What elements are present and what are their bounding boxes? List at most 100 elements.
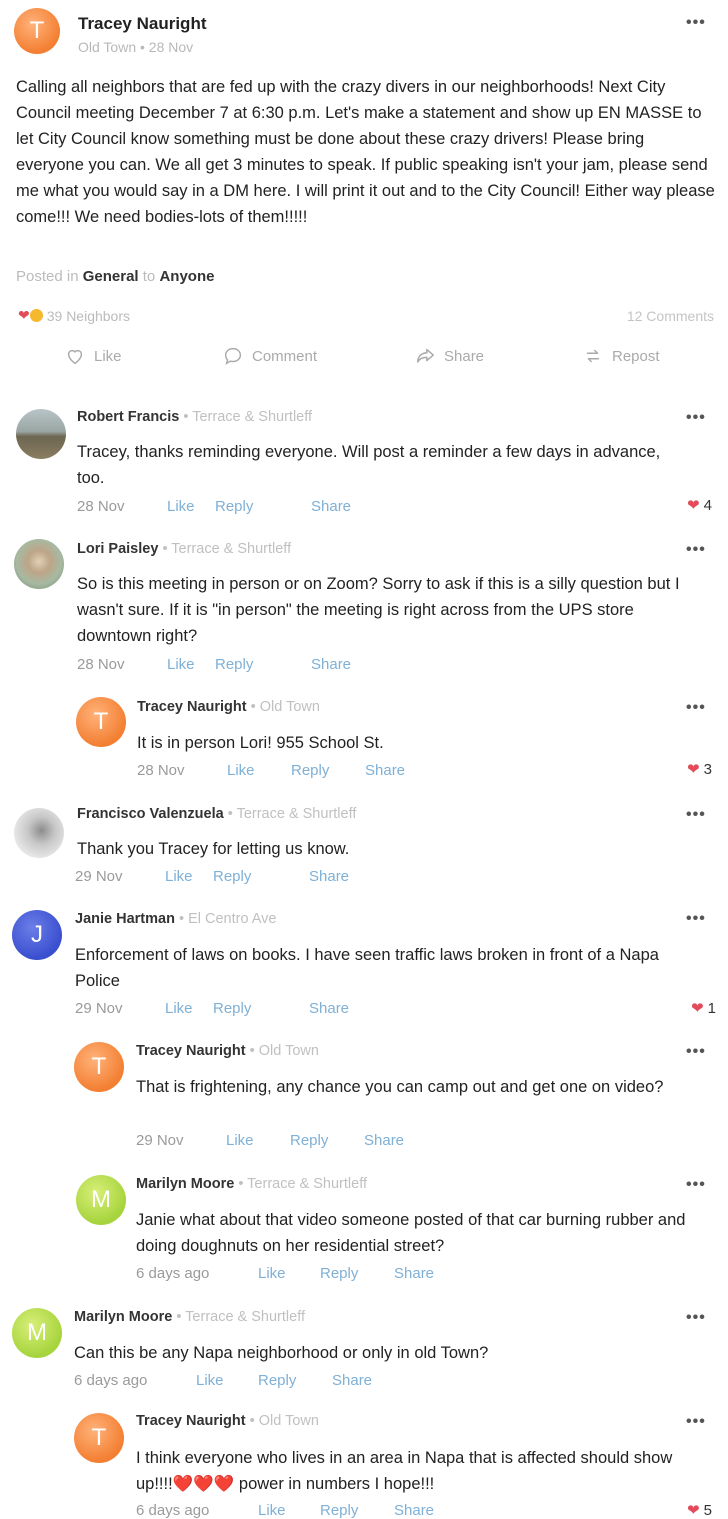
comment-reply-link[interactable]: Reply xyxy=(215,498,311,515)
comment-more-icon[interactable]: ••• xyxy=(686,1309,706,1327)
comment-share-link[interactable]: Share xyxy=(394,1265,434,1282)
meta-separator: • xyxy=(140,39,145,55)
comment-more-icon[interactable]: ••• xyxy=(686,1176,706,1194)
repost-button[interactable]: Repost xyxy=(582,345,660,367)
commenter-name[interactable]: Tracey Nauright xyxy=(137,699,247,715)
comment-like-link[interactable]: Like xyxy=(167,498,215,515)
share-button[interactable]: Share xyxy=(414,345,484,367)
comment-like-count[interactable]: ❤ 3 xyxy=(687,760,712,779)
comment-header: Lori Paisley • Terrace & Shurtleff xyxy=(77,541,292,557)
reactions-summary[interactable]: ❤ 39 Neighbors xyxy=(18,307,130,324)
comment-like-link[interactable]: Like xyxy=(165,868,213,885)
comment-more-icon[interactable]: ••• xyxy=(686,910,706,928)
comment-header: Marilyn Moore • Terrace & Shurtleff xyxy=(136,1176,367,1192)
author-avatar[interactable]: T xyxy=(14,8,60,54)
comment-like-link[interactable]: Like xyxy=(165,1000,213,1017)
post-location[interactable]: Old Town xyxy=(78,39,136,55)
comment-reply-link[interactable]: Reply xyxy=(215,656,311,673)
comment-reply-link[interactable]: Reply xyxy=(320,1502,394,1519)
commenter-name[interactable]: Tracey Nauright xyxy=(136,1413,246,1429)
comment-like-link[interactable]: Like xyxy=(258,1502,320,1519)
comment-more-icon[interactable]: ••• xyxy=(686,1413,706,1431)
comment-actions: 6 days ago Like Reply Share xyxy=(74,1372,372,1389)
commenter-avatar[interactable]: T xyxy=(74,1042,124,1092)
comment-time: 29 Nov xyxy=(75,1000,123,1017)
commenter-location[interactable]: Terrace & Shurtleff xyxy=(171,541,291,557)
comment-more-icon[interactable]: ••• xyxy=(686,409,706,427)
commenter-name[interactable]: Marilyn Moore xyxy=(136,1176,234,1192)
repost-icon xyxy=(586,349,600,363)
commenter-name[interactable]: Tracey Nauright xyxy=(136,1043,246,1059)
comment-share-link[interactable]: Share xyxy=(394,1502,434,1519)
comment-like-count[interactable]: ❤ 5 xyxy=(687,1501,712,1519)
commenter-location[interactable]: Terrace & Shurtleff xyxy=(192,409,312,425)
comment-item: Robert Francis • Terrace & Shurtleff •••… xyxy=(0,395,728,525)
more-options-icon[interactable]: ••• xyxy=(686,14,706,32)
comment-reply-link[interactable]: Reply xyxy=(290,1132,364,1149)
comment-like-link[interactable]: Like xyxy=(196,1372,258,1389)
comment-more-icon[interactable]: ••• xyxy=(686,806,706,824)
comment-header: Francisco Valenzuela • Terrace & Shurtle… xyxy=(77,806,357,822)
like-button[interactable]: Like xyxy=(64,345,122,367)
like-count-value: 3 xyxy=(703,760,712,778)
commenter-location[interactable]: Terrace & Shurtleff xyxy=(247,1176,367,1192)
comment-like-count[interactable]: ❤ 4 xyxy=(687,496,712,515)
comment-reply-link[interactable]: Reply xyxy=(213,1000,309,1017)
comment-more-icon[interactable]: ••• xyxy=(686,699,706,717)
comment-more-icon[interactable]: ••• xyxy=(686,1043,706,1061)
comment-text: It is in person Lori! 955 School St. xyxy=(137,734,384,752)
posted-in-to: to xyxy=(142,268,156,285)
comment-like-link[interactable]: Like xyxy=(227,762,291,779)
commenter-avatar[interactable]: J xyxy=(12,910,62,960)
commenter-name[interactable]: Marilyn Moore xyxy=(74,1309,172,1325)
post-author-name[interactable]: Tracey Nauright xyxy=(78,14,207,34)
avatar-letter: T xyxy=(93,708,109,735)
comment-text: Can this be any Napa neighborhood or onl… xyxy=(74,1344,489,1362)
comments-count[interactable]: 12 Comments xyxy=(627,308,714,324)
commenter-name[interactable]: Janie Hartman xyxy=(75,911,175,927)
comment-reply-link[interactable]: Reply xyxy=(258,1372,332,1389)
commenter-avatar[interactable]: M xyxy=(12,1308,62,1358)
commenter-avatar[interactable] xyxy=(16,409,66,459)
smiley-icon xyxy=(29,309,43,322)
comment-like-count[interactable]: ❤ 1 xyxy=(691,999,716,1018)
commenter-avatar[interactable]: T xyxy=(74,1413,124,1463)
commenter-name[interactable]: Francisco Valenzuela xyxy=(77,806,224,822)
reply-item: T Tracey Nauright • Old Town ••• It is i… xyxy=(0,685,728,785)
commenter-location[interactable]: Old Town xyxy=(259,1413,319,1429)
comment-more-icon[interactable]: ••• xyxy=(686,541,706,559)
heart-icon: ❤ xyxy=(687,497,700,514)
comment-text: I think everyone who lives in an area in… xyxy=(136,1449,673,1493)
comment-share-link[interactable]: Share xyxy=(332,1372,372,1389)
action-bar: Like Comment Share Repost xyxy=(0,345,728,375)
comment-share-link[interactable]: Share xyxy=(311,498,351,515)
comment-time: 6 days ago xyxy=(136,1265,210,1282)
commenter-location[interactable]: Old Town xyxy=(260,699,320,715)
commenter-location[interactable]: El Centro Ave xyxy=(188,911,276,927)
comment-share-link[interactable]: Share xyxy=(364,1132,404,1149)
comment-like-link[interactable]: Like xyxy=(258,1265,320,1282)
commenter-avatar[interactable]: M xyxy=(76,1175,126,1225)
comment-reply-link[interactable]: Reply xyxy=(213,868,309,885)
commenter-name[interactable]: Lori Paisley xyxy=(77,541,158,557)
comment-button[interactable]: Comment xyxy=(222,345,317,367)
commenter-avatar[interactable] xyxy=(14,808,64,858)
comment-share-link[interactable]: Share xyxy=(309,868,349,885)
share-label: Share xyxy=(444,347,485,365)
comment-like-link[interactable]: Like xyxy=(226,1132,290,1149)
commenter-location[interactable]: Terrace & Shurtleff xyxy=(185,1309,305,1325)
comment-reply-link[interactable]: Reply xyxy=(320,1265,394,1282)
commenter-location[interactable]: Old Town xyxy=(259,1043,319,1059)
comment-share-link[interactable]: Share xyxy=(309,1000,349,1017)
commenter-name[interactable]: Robert Francis xyxy=(77,409,179,425)
category-link[interactable]: General xyxy=(83,268,139,285)
comment-reply-link[interactable]: Reply xyxy=(291,762,365,779)
commenter-avatar[interactable]: T xyxy=(76,697,126,747)
commenter-avatar[interactable] xyxy=(14,539,64,589)
comment-share-link[interactable]: Share xyxy=(311,656,351,673)
comment-text: Thank you Tracey for letting us know. xyxy=(77,840,350,858)
like-count-value: 5 xyxy=(703,1501,712,1519)
commenter-location[interactable]: Terrace & Shurtleff xyxy=(237,806,357,822)
comment-share-link[interactable]: Share xyxy=(365,762,405,779)
comment-like-link[interactable]: Like xyxy=(167,656,215,673)
